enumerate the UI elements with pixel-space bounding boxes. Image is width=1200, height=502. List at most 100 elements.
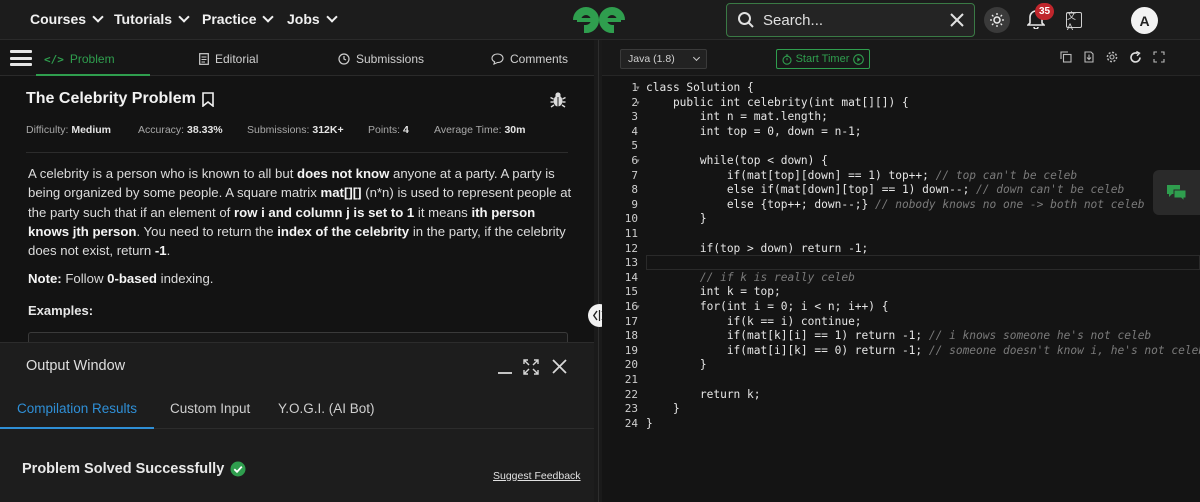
line-number: 1 [631,81,638,94]
fullscreen-icon[interactable] [1153,51,1165,63]
fold-arrow-icon[interactable]: ▾ [636,157,640,165]
settings-icon[interactable] [1106,51,1118,63]
comment-icon [491,53,504,65]
line-number: 24 [624,416,638,430]
avg-time-meta: Average Time: 30m [434,124,526,136]
code-area[interactable]: class Solution { public int celebrity(in… [646,76,1200,476]
search-icon [738,12,754,28]
line-number: 12 [624,241,638,255]
menu-icon[interactable] [10,50,32,66]
timer-icon [782,54,792,65]
line-number: 4 [631,124,638,138]
theme-toggle-button[interactable] [984,7,1010,33]
active-tab-indicator [36,74,150,76]
line-number: 16 [624,300,638,313]
search-box[interactable]: Search... [726,3,975,37]
search-input[interactable]: Search... [763,12,950,29]
tab-compilation-results[interactable]: Compilation Results [17,401,137,416]
line-number: 7 [631,168,638,182]
line-number: 18 [624,329,638,343]
play-icon [853,53,865,65]
nav-jobs[interactable]: Jobs [287,11,338,27]
clock-icon [338,53,350,65]
fold-arrow-icon[interactable]: ▾ [636,84,640,92]
top-navbar: Courses Tutorials Practice Jobs Search..… [0,0,1200,40]
translate-icon[interactable]: 文A [1066,11,1082,32]
import-file-icon[interactable] [1083,51,1095,63]
notification-badge: 35 [1035,3,1054,20]
code-line: } [646,358,707,372]
chevron-down-icon [326,11,338,23]
code-line: public int celebrity(int mat[][]) { [646,95,909,109]
code-line: } [646,416,653,430]
code-icon: </> [44,52,64,66]
bug-report-icon[interactable] [550,91,566,108]
points-meta: Points: 4 [368,124,409,136]
language-select[interactable]: Java (1.8) [620,49,707,69]
tab-editorial[interactable]: Editorial [199,52,258,66]
tab-custom-input[interactable]: Custom Input [170,401,250,416]
code-comment: // if k is really celeb [646,270,855,284]
check-circle-icon [230,461,246,477]
close-icon[interactable] [950,13,964,27]
line-number: 21 [624,373,638,386]
splitter-line [598,40,599,502]
bookmark-icon[interactable] [202,91,214,107]
chevron-down-icon [178,11,190,23]
code-comment: // i knows someone he's not celeb [928,329,1152,343]
submissions-meta: Submissions: 312K+ [247,124,344,136]
accuracy-meta: Accuracy: 38.33% [138,124,223,136]
nav-tutorials[interactable]: Tutorials [114,11,190,27]
output-window-title: Output Window [26,358,126,374]
chevron-down-icon [92,11,104,23]
line-number: 15 [624,285,638,299]
code-comment: // nobody knows no one -> both not celeb [875,197,1145,211]
line-number: 22 [624,387,638,401]
nav-courses[interactable]: Courses [30,11,104,27]
chat-icon [1166,184,1186,202]
nav-practice[interactable]: Practice [202,11,275,27]
reset-icon[interactable] [1129,51,1142,64]
line-number: 10 [624,212,638,226]
minimize-icon[interactable] [497,359,513,375]
start-timer-button[interactable]: Start Timer [776,49,870,69]
fold-arrow-icon[interactable]: ▾ [636,303,640,311]
current-line-highlight [646,255,1200,271]
fold-arrow-icon[interactable]: ▾ [636,99,640,107]
output-window: Output Window Compilation Results Custom… [0,342,594,502]
avatar[interactable]: A [1131,7,1158,34]
gfg-logo[interactable] [571,5,627,35]
tab-submissions[interactable]: Submissions [338,52,424,66]
tab-yogi-ai-bot[interactable]: Y.O.G.I. (AI Bot) [278,401,375,416]
close-icon[interactable] [552,359,567,374]
line-number: 5 [631,139,638,153]
line-number: 6 [631,154,638,167]
chat-button[interactable] [1153,170,1200,215]
line-number: 19 [624,343,638,357]
line-number: 17 [624,314,638,328]
code-comment: // top can't be celeb [935,168,1078,182]
code-line: } [646,402,680,416]
sun-icon [990,13,1004,27]
code-line: if(k == i) continue; [646,314,862,328]
suggest-feedback-link[interactable]: Suggest Feedback [493,470,581,482]
copy-icon[interactable] [1060,51,1072,63]
problem-note: Note: Follow 0-based indexing. [28,271,214,286]
problem-tabbar: </> Problem Editorial Submissions Commen… [0,40,594,76]
examples-heading: Examples: [28,303,94,318]
code-line: int top = 0, down = n-1; [646,124,862,138]
tab-problem[interactable]: </> Problem [44,52,115,66]
difficulty-meta: Difficulty: Medium [26,124,111,136]
line-number: 14 [624,270,638,284]
code-line: } [646,212,707,226]
tab-comments[interactable]: Comments [491,52,568,66]
chevron-down-icon [692,53,701,62]
line-number: 13 [624,256,638,270]
output-tabs: Compilation Results Custom Input Y.O.G.I… [0,391,594,429]
code-line: return k; [646,387,761,401]
divider [26,152,568,153]
expand-icon[interactable] [523,359,539,375]
line-number: 2 [631,95,638,109]
line-number: 11 [624,227,638,240]
code-line: class Solution { [646,81,754,94]
